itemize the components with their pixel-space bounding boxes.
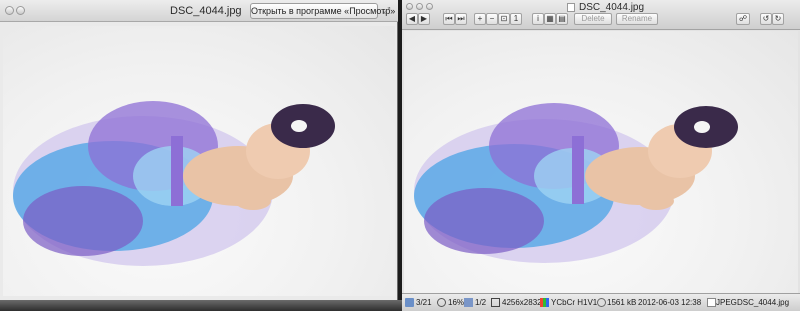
delete-button[interactable]: Delete bbox=[574, 13, 612, 25]
image-position: 3/21 bbox=[416, 298, 432, 307]
zoom-icon[interactable] bbox=[426, 3, 433, 10]
first-image-icon[interactable]: ⏮ bbox=[443, 13, 455, 25]
pages-icon bbox=[464, 298, 473, 307]
dimensions-icon bbox=[491, 298, 500, 307]
minimize-icon[interactable] bbox=[416, 3, 423, 10]
zoom-actual-icon[interactable]: 1 bbox=[510, 13, 522, 25]
file-date: 2012-06-03 12:38 bbox=[638, 298, 702, 307]
color-space-icon bbox=[540, 298, 549, 307]
baby-tutu-image bbox=[13, 101, 335, 266]
desktop: DSC_4044.jpg Открыть в программе «Просмо… bbox=[0, 0, 800, 311]
window-title: DSC_4044.jpg bbox=[170, 5, 242, 17]
desktop-strip bbox=[0, 300, 402, 311]
file-type-icon bbox=[707, 298, 716, 307]
close-icon[interactable] bbox=[406, 3, 413, 10]
fullscreen-icon[interactable]: ⤢ bbox=[383, 6, 392, 15]
quicklook-titlebar: DSC_4044.jpg Открыть в программе «Просмо… bbox=[0, 0, 398, 22]
last-image-icon[interactable]: ⏭ bbox=[455, 13, 467, 25]
window-title: DSC_4044.jpg bbox=[579, 2, 645, 13]
image-dimensions: 4256x2832 bbox=[502, 298, 542, 307]
rotate-right-icon[interactable]: ↻ bbox=[772, 13, 784, 25]
file-name: DSC_4044.jpg bbox=[737, 298, 790, 307]
grid-view-icon[interactable]: ▦ bbox=[544, 13, 556, 25]
zoom-out-icon[interactable]: − bbox=[486, 13, 498, 25]
next-icon[interactable]: ▶ bbox=[418, 13, 430, 25]
color-space: YCbCr H1V1 bbox=[551, 298, 598, 307]
open-in-preview-button[interactable]: Открыть в программе «Просмотр» bbox=[250, 3, 395, 19]
viewer-toolbar: DSC_4044.jpg ◀ ▶ ⏮ ⏭ + − ⊡ 1 i ▦ ▤ Delet… bbox=[402, 0, 800, 30]
document-icon bbox=[567, 3, 575, 12]
thumbnail-icon[interactable]: ▤ bbox=[556, 13, 568, 25]
baby-tutu-image bbox=[414, 103, 738, 263]
previous-icon[interactable]: ◀ bbox=[406, 13, 418, 25]
status-bar: 3/21 16% 1/2 4256x2832 YCbCr H1V1 1561 k… bbox=[402, 293, 800, 311]
viewer-window: DSC_4044.jpg ◀ ▶ ⏮ ⏭ + − ⊡ 1 i ▦ ▤ Delet… bbox=[402, 0, 800, 311]
file-format: JPEG bbox=[716, 298, 737, 307]
folder-icon bbox=[405, 298, 414, 307]
disk-icon bbox=[597, 298, 606, 307]
quicklook-window: DSC_4044.jpg Открыть в программе «Просмо… bbox=[0, 0, 398, 300]
magnifier-icon bbox=[437, 298, 446, 307]
rename-button[interactable]: Rename bbox=[616, 13, 658, 25]
file-size: 1561 kB bbox=[607, 298, 637, 307]
rotate-left-icon[interactable]: ↺ bbox=[760, 13, 772, 25]
zoom-fit-icon[interactable]: ⊡ bbox=[498, 13, 510, 25]
zoom-in-icon[interactable]: + bbox=[474, 13, 486, 25]
photo-preview bbox=[3, 26, 395, 296]
close-icon[interactable] bbox=[5, 6, 14, 15]
zoom-level: 16% bbox=[448, 298, 465, 307]
info-icon[interactable]: i bbox=[532, 13, 544, 25]
page-indicator: 1/2 bbox=[475, 298, 487, 307]
zoom-icon[interactable] bbox=[16, 6, 25, 15]
share-icon[interactable]: ☍ bbox=[736, 13, 750, 25]
image-canvas[interactable] bbox=[404, 31, 798, 293]
